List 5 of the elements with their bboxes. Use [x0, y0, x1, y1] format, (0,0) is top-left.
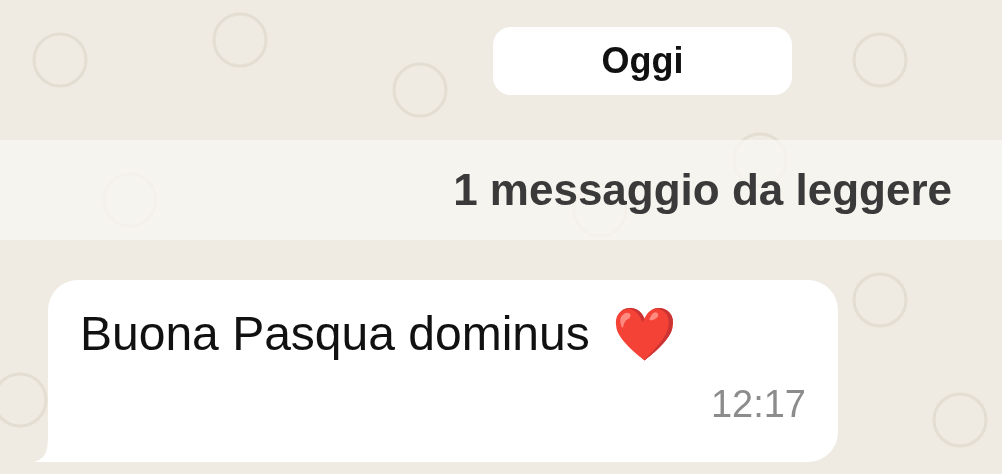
- message-time: 12:17: [710, 383, 806, 426]
- unread-label: 1 messaggio da leggere: [453, 165, 952, 215]
- message-text: Buona Pasqua dominus: [80, 306, 590, 361]
- heart-emoji: ❤: [611, 307, 677, 360]
- date-separator: Oggi: [493, 27, 792, 95]
